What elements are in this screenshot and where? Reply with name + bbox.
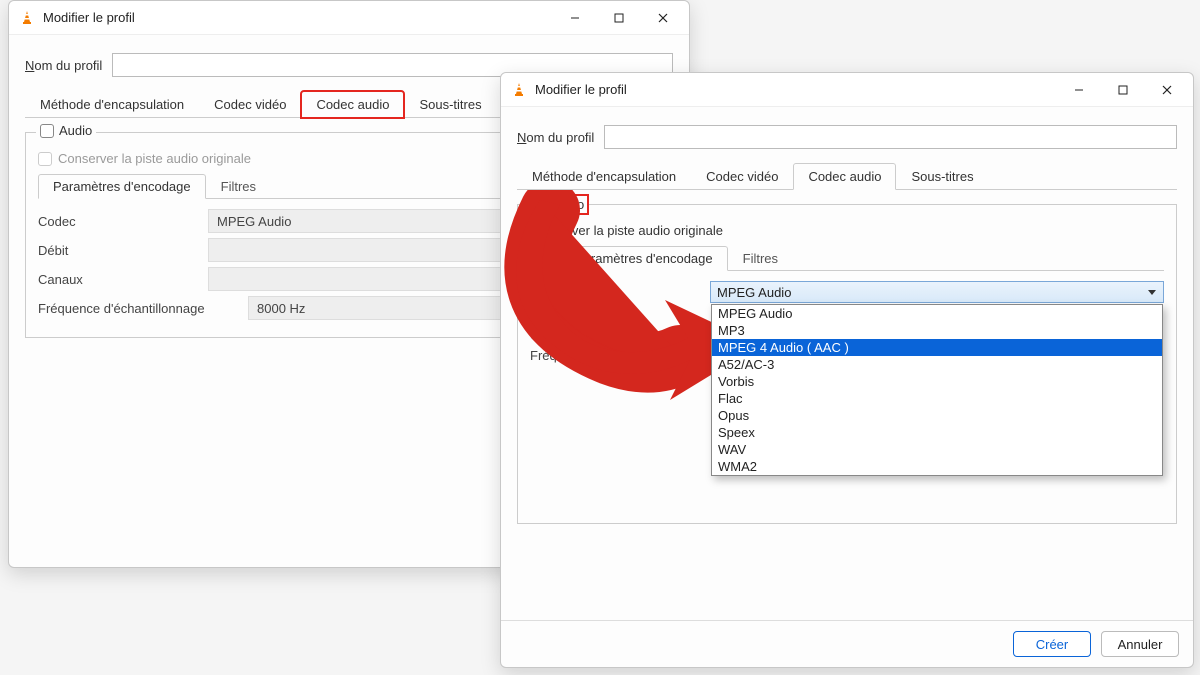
profile-name-label: Nom du profil bbox=[517, 130, 594, 145]
codec-option[interactable]: WAV bbox=[712, 441, 1162, 458]
vlc-icon bbox=[19, 10, 35, 26]
channels-label: Canaux bbox=[38, 272, 208, 287]
keep-original-row: Conserver la piste audio originale bbox=[530, 223, 1164, 238]
audio-legend-text: Audio bbox=[59, 123, 92, 138]
audio-legend: Audio bbox=[36, 123, 96, 138]
tab-subtitles[interactable]: Sous-titres bbox=[404, 91, 496, 118]
cancel-button[interactable]: Annuler bbox=[1101, 631, 1179, 657]
window-title: Modifier le profil bbox=[43, 10, 553, 25]
audio-fieldset: Audio Conserver la piste audio originale… bbox=[517, 204, 1177, 524]
titlebar: Modifier le profil bbox=[501, 73, 1193, 107]
chevron-down-icon bbox=[1147, 285, 1157, 300]
maximize-button[interactable] bbox=[1101, 75, 1145, 105]
dialog-footer: Créer Annuler bbox=[501, 620, 1193, 667]
codec-option[interactable]: Opus bbox=[712, 407, 1162, 424]
samplerate-label: Fréquence d'échal onnage bbox=[530, 348, 710, 363]
audio-checkbox[interactable] bbox=[40, 124, 54, 138]
tab-audio-codec[interactable]: Codec audio bbox=[301, 91, 404, 118]
tab-encapsulation[interactable]: Méthode d'encapsulation bbox=[25, 91, 199, 118]
keep-original-checkbox[interactable] bbox=[38, 152, 52, 166]
window-title: Modifier le profil bbox=[535, 82, 1057, 97]
tab-encapsulation[interactable]: Méthode d'encapsulation bbox=[517, 163, 691, 190]
main-tabs: Méthode d'encapsulation Codec vidéo Code… bbox=[517, 163, 1177, 190]
codec-option[interactable]: A52/AC-3 bbox=[712, 356, 1162, 373]
minimize-button[interactable] bbox=[1057, 75, 1101, 105]
close-button[interactable] bbox=[641, 3, 685, 33]
subtab-encoding[interactable]: Paramètres d'encodage bbox=[560, 246, 728, 271]
codec-label: Codec bbox=[38, 214, 208, 229]
tab-subtitles[interactable]: Sous-titres bbox=[896, 163, 988, 190]
codec-option[interactable]: Vorbis bbox=[712, 373, 1162, 390]
audio-legend: Audio bbox=[528, 195, 588, 214]
maximize-button[interactable] bbox=[597, 3, 641, 33]
codec-option[interactable]: MPEG 4 Audio ( AAC ) bbox=[712, 339, 1162, 356]
samplerate-label: Fréquence d'échantillonnage bbox=[38, 301, 248, 316]
bitrate-label: Débi bbox=[530, 308, 710, 323]
codec-option[interactable]: Speex bbox=[712, 424, 1162, 441]
keep-original-label: Conserver la piste audio originale bbox=[530, 223, 723, 238]
create-button[interactable]: Créer bbox=[1013, 631, 1091, 657]
bitrate-label: Débit bbox=[38, 243, 208, 258]
codec-option[interactable]: WMA2 bbox=[712, 458, 1162, 475]
subtab-filters[interactable]: Filtres bbox=[728, 246, 793, 271]
keep-original-label: Conserver la piste audio originale bbox=[58, 151, 251, 166]
subtab-encoding[interactable]: Paramètres d'encodage bbox=[38, 174, 206, 199]
tab-video-codec[interactable]: Codec vidéo bbox=[691, 163, 793, 190]
profile-name-label: Nom du profil bbox=[25, 58, 102, 73]
codec-option[interactable]: MPEG Audio bbox=[712, 305, 1162, 322]
titlebar: Modifier le profil bbox=[9, 1, 689, 35]
vlc-icon bbox=[511, 82, 527, 98]
subtab-filters[interactable]: Filtres bbox=[206, 174, 271, 199]
codec-combobox[interactable]: MPEG Audio MPEG Audio MP3 MPEG 4 Audio (… bbox=[710, 281, 1164, 303]
audio-subtabs: Paramètres d'encodage Filtres bbox=[560, 246, 1164, 271]
codec-option[interactable]: MP3 bbox=[712, 322, 1162, 339]
tab-video-codec[interactable]: Codec vidéo bbox=[199, 91, 301, 118]
codec-option[interactable]: Flac bbox=[712, 390, 1162, 407]
minimize-button[interactable] bbox=[553, 3, 597, 33]
close-button[interactable] bbox=[1145, 75, 1189, 105]
codec-selected: MPEG Audio bbox=[717, 285, 791, 300]
channels-label: Canaux bbox=[530, 328, 710, 343]
profile-name-input[interactable] bbox=[604, 125, 1177, 149]
codec-dropdown: MPEG Audio MP3 MPEG 4 Audio ( AAC ) A52/… bbox=[711, 304, 1163, 476]
tab-audio-codec[interactable]: Codec audio bbox=[793, 163, 896, 190]
audio-legend-text: Audio bbox=[551, 197, 584, 212]
window-2: Modifier le profil Nom du profil Méthode… bbox=[500, 72, 1194, 668]
audio-checkbox[interactable] bbox=[532, 198, 546, 212]
